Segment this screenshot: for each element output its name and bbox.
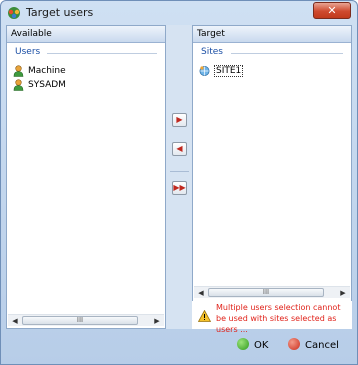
scroll-thumb[interactable]: III bbox=[208, 288, 324, 297]
list-item-label: Machine bbox=[28, 66, 66, 76]
target-panel: Target Sites SITE1 ◀ III ▶ bbox=[192, 25, 352, 329]
list-item-label: SYSADM bbox=[28, 80, 66, 90]
list-item-label: SITE1 bbox=[214, 65, 244, 77]
sites-group-divider bbox=[231, 53, 343, 54]
warning-icon bbox=[198, 310, 211, 322]
app-icon bbox=[8, 7, 20, 19]
cancel-button-label: Cancel bbox=[305, 340, 339, 351]
remove-selected-button[interactable]: ◀ bbox=[172, 142, 187, 156]
ok-button[interactable]: OK bbox=[237, 336, 268, 356]
site-icon bbox=[199, 66, 210, 76]
users-group-divider bbox=[47, 53, 157, 54]
ok-button-label: OK bbox=[254, 340, 269, 351]
available-horizontal-scrollbar[interactable]: ◀ III ▶ bbox=[8, 314, 164, 326]
list-item-site1[interactable]: SITE1 bbox=[199, 65, 244, 78]
add-all-button[interactable]: ▶▶ bbox=[172, 181, 187, 195]
user-icon bbox=[13, 79, 24, 91]
list-item-machine[interactable]: Machine bbox=[13, 65, 66, 78]
title-bar[interactable]: Target users ✕ bbox=[1, 1, 357, 25]
list-item-sysadm[interactable]: SYSADM bbox=[13, 79, 66, 92]
target-header: Target bbox=[193, 26, 351, 43]
add-selected-button[interactable]: ▶ bbox=[172, 113, 187, 127]
cancel-button[interactable]: Cancel bbox=[288, 336, 339, 356]
users-group-title: Users bbox=[15, 47, 44, 57]
available-header: Available bbox=[7, 26, 165, 43]
dialog-body: Available Users Machine SYSADM ◀ III ▶ ▶… bbox=[6, 25, 352, 334]
scroll-right-icon[interactable]: ▶ bbox=[338, 288, 348, 298]
cancel-icon bbox=[288, 338, 300, 350]
scroll-left-icon[interactable]: ◀ bbox=[196, 288, 206, 298]
window-title: Target users bbox=[26, 6, 94, 19]
scroll-right-icon[interactable]: ▶ bbox=[152, 316, 162, 326]
close-button[interactable]: ✕ bbox=[313, 2, 351, 19]
available-panel: Available Users Machine SYSADM ◀ III ▶ bbox=[6, 25, 166, 329]
user-icon bbox=[13, 65, 24, 77]
dialog-footer: OK Cancel bbox=[1, 330, 357, 364]
transfer-divider bbox=[170, 171, 189, 172]
sites-group-title: Sites bbox=[201, 47, 226, 57]
check-icon bbox=[237, 338, 249, 350]
scroll-left-icon[interactable]: ◀ bbox=[10, 316, 20, 326]
dialog-window: Target users ✕ Available Users Machine S… bbox=[0, 0, 358, 365]
target-horizontal-scrollbar[interactable]: ◀ III ▶ bbox=[194, 286, 350, 298]
warning-message-box: Multiple users selection cannot be used … bbox=[192, 301, 352, 334]
scroll-thumb[interactable]: III bbox=[22, 316, 138, 325]
